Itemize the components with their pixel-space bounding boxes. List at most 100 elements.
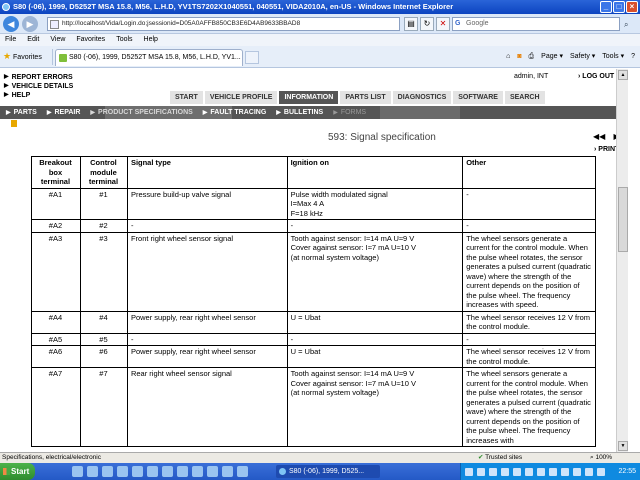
menu-favorites[interactable]: Favorites [76, 36, 105, 43]
arrow-icon: ▶ [4, 74, 9, 80]
quicklaunch-icon[interactable] [117, 466, 128, 477]
sub-navigation: ▶ PARTS ▶ REPAIR ▶ PRODUCT SPECIFICATIONS ▶… [0, 106, 628, 119]
print-icon[interactable]: ⎙ [529, 51, 535, 63]
forward-arrow-icon[interactable]: ▶ [22, 16, 38, 32]
chevron-right-icon: › [594, 146, 597, 153]
tab-search[interactable]: SEARCH [504, 91, 545, 104]
quicklaunch-icon[interactable] [132, 466, 143, 477]
tray-icon[interactable] [597, 467, 605, 476]
quicklaunch-icon[interactable] [237, 466, 248, 477]
scroll-thumb[interactable] [618, 187, 628, 252]
menu-help[interactable]: Help [144, 36, 158, 43]
subnav-product-specifications[interactable]: ▶ PRODUCT SPECIFICATIONS [90, 106, 192, 120]
status-text: Specifications, electrical/electronic [2, 454, 101, 461]
table-row: #A7 #7 Rear right wheel sensor signal Tooth… [31, 367, 596, 447]
new-tab-button[interactable] [245, 51, 259, 64]
quicklaunch-icon[interactable] [222, 466, 233, 477]
favorites-button[interactable]: ★ Favorites [3, 51, 42, 62]
table-row: #A3 #3 Front right wheel sensor signal Toot… [31, 231, 596, 312]
search-input[interactable]: G Google ⌕ [452, 17, 628, 31]
tray-icon[interactable] [489, 467, 497, 476]
tray-icon[interactable] [513, 467, 521, 476]
tab-start[interactable]: START [170, 91, 203, 104]
compat-view-icon[interactable]: ▤ [404, 17, 418, 31]
tray-icon[interactable] [585, 467, 593, 476]
menu-view[interactable]: View [50, 36, 65, 43]
close-button[interactable]: × [626, 1, 638, 13]
search-icon[interactable]: ⌕ [624, 19, 637, 31]
back-arrow-icon[interactable]: ◀ [3, 16, 19, 32]
tab-diagnostics[interactable]: DIAGNOSTICS [392, 91, 452, 104]
scroll-down-icon[interactable]: ▼ [618, 441, 628, 451]
tray-icon[interactable] [477, 467, 485, 476]
table-cell: - [126, 219, 288, 233]
subnav-parts[interactable]: ▶ PARTS [6, 106, 37, 120]
tab-information[interactable]: INFORMATION [279, 91, 339, 104]
tab-parts-list[interactable]: PARTS LIST [340, 91, 391, 104]
main-tabs: START VEHICLE PROFILE INFORMATION PARTS … [170, 91, 545, 104]
subnav-fault-tracing[interactable]: ▶ FAULT TRACING [203, 106, 267, 120]
table-row: #A5 #5- - - [31, 332, 596, 346]
tray-icon[interactable] [573, 467, 581, 476]
favorites-bar: ★ Favorites S80 (-06), 1999, D5252T MSA … [0, 46, 640, 68]
stop-icon[interactable]: ✕ [436, 17, 450, 31]
table-cell: - [462, 219, 596, 233]
tools-menu[interactable]: Tools ▾ [602, 51, 624, 63]
home-icon[interactable]: ⌂ [506, 51, 510, 63]
table-cell: The wheel sensor receives 12 V from the … [462, 345, 596, 368]
quicklaunch-icon[interactable] [207, 466, 218, 477]
page-menu[interactable]: Page ▾ [541, 51, 563, 63]
document-icon[interactable] [11, 120, 17, 127]
minimize-button[interactable]: _ [600, 1, 612, 13]
google-icon: G [455, 20, 461, 27]
help-link[interactable]: ▶ HELP [4, 91, 73, 100]
tray-icon[interactable] [501, 467, 509, 476]
table-cell: The wheel sensors generate a current for… [462, 231, 596, 312]
logout-link[interactable]: › LOG OUT [578, 73, 614, 80]
security-zone: ✔ Trusted sites [478, 454, 523, 461]
maximize-button[interactable]: □ [613, 1, 625, 13]
subnav-repair[interactable]: ▶ REPAIR [47, 106, 81, 120]
tray-icon[interactable] [465, 467, 473, 476]
tray-icon[interactable] [525, 467, 533, 476]
quicklaunch-icon[interactable] [162, 466, 173, 477]
clock: 22:55 [618, 468, 636, 475]
start-button[interactable]: Start [0, 463, 35, 480]
previous-page-icon[interactable]: ◀◀ [593, 132, 605, 141]
report-errors-link[interactable]: ▶ REPORT ERRORS [4, 73, 73, 82]
table-cell: Tooth against sensor: I≈14 mA U≈9 V Cove… [286, 231, 464, 312]
browser-tab[interactable]: S80 (-06), 1999, D5252T MSA 15.8, M56, L… [55, 49, 243, 66]
quicklaunch-icon[interactable] [147, 466, 158, 477]
taskbar-item-ie[interactable]: S80 (-06), 1999, D525... [276, 465, 380, 478]
refresh-icon[interactable]: ↻ [420, 17, 434, 31]
menu-tools[interactable]: Tools [116, 36, 132, 43]
tab-vehicle-profile[interactable]: VEHICLE PROFILE [204, 91, 278, 104]
tray-icon[interactable] [561, 467, 569, 476]
arrow-icon: ▶ [4, 92, 9, 98]
window-title-bar: S80 (-06), 1999, D5252T MSA 15.8, M56, L… [0, 0, 640, 14]
table-header-row: Breakout box terminal Control module ter… [31, 156, 596, 189]
tab-software[interactable]: SOFTWARE [453, 91, 503, 104]
vehicle-details-link[interactable]: ▶ VEHICLE DETAILS [4, 82, 73, 91]
scroll-up-icon[interactable]: ▲ [618, 70, 628, 80]
help-icon[interactable]: ? [631, 51, 635, 63]
safety-menu[interactable]: Safety ▾ [570, 51, 595, 63]
table-cell: - [462, 187, 596, 220]
table-cell: #A7 [31, 367, 81, 447]
tray-icon[interactable] [537, 467, 545, 476]
subnav-bulletins[interactable]: ▶ BULLETINS [276, 106, 323, 120]
vertical-scrollbar[interactable]: ▲ ▼ [616, 69, 628, 452]
quicklaunch-icon[interactable] [177, 466, 188, 477]
address-input[interactable]: http://localhost/Vida/Login.do;jsessioni… [47, 17, 400, 31]
menu-file[interactable]: File [5, 36, 16, 43]
feeds-icon[interactable]: ◙ [517, 51, 521, 63]
menu-bar: File Edit View Favorites Tools Help [0, 34, 640, 46]
quicklaunch-icon[interactable] [102, 466, 113, 477]
tray-icon[interactable] [549, 467, 557, 476]
zoom-level[interactable]: ⌕ 100% [590, 453, 612, 463]
page-title: 593: Signal specification [328, 132, 436, 143]
quicklaunch-icon[interactable] [192, 466, 203, 477]
quicklaunch-icon[interactable] [72, 466, 83, 477]
quicklaunch-icon[interactable] [87, 466, 98, 477]
menu-edit[interactable]: Edit [27, 36, 39, 43]
